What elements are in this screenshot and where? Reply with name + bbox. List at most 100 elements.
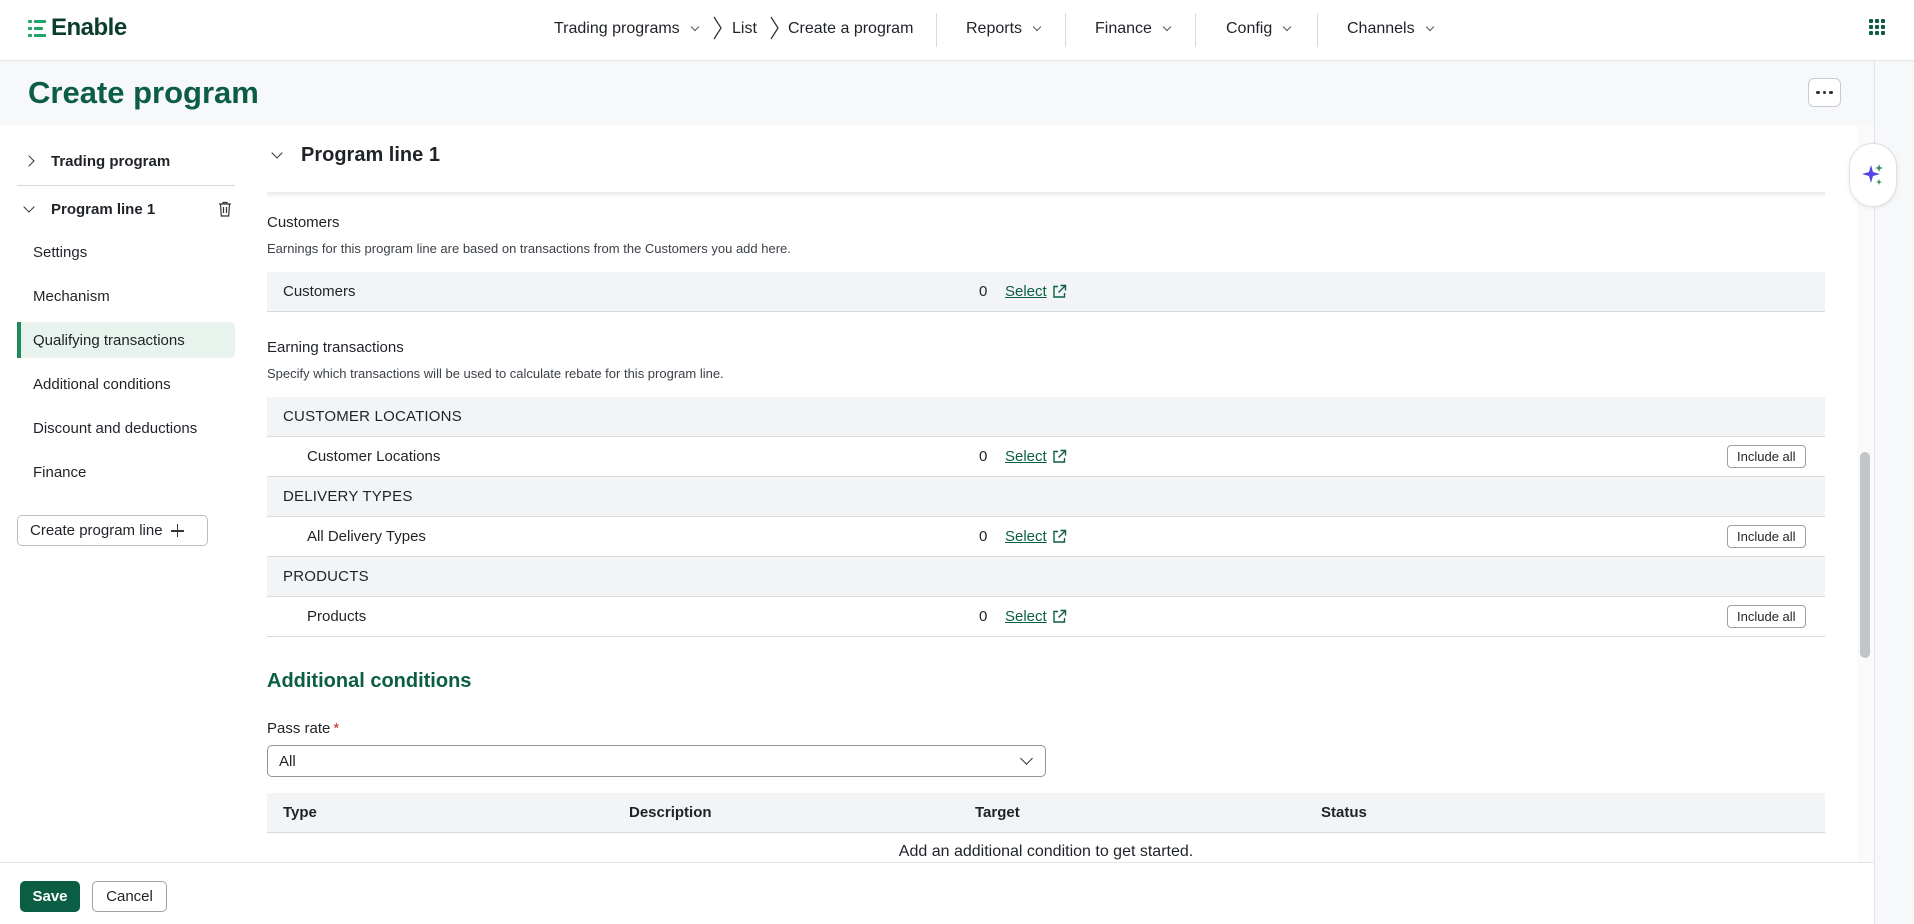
sidebar-item-label: Additional conditions [33,375,171,393]
chevron-down-icon [690,22,699,32]
sidebar-item-additional-conditions[interactable]: Additional conditions [17,366,235,402]
sidebar-item-settings[interactable]: Settings [17,234,235,270]
page-header: Create program [0,61,1874,125]
customers-select-link[interactable]: Select [1005,283,1067,300]
pass-rate-label: Pass rate * [267,720,339,737]
customers-title: Customers [267,214,340,231]
nav-channels[interactable]: Channels [1347,17,1434,41]
nav-finance[interactable]: Finance [1095,17,1172,41]
column-header-target: Target [975,804,1020,821]
include-all-button[interactable]: Include all [1727,605,1806,628]
customers-row-label: Customers [283,283,356,300]
nav-config-label: Config [1226,20,1273,37]
external-link-icon [1053,609,1066,623]
footer-bar: Save Cancel [0,862,1874,924]
sidebar-trading-program[interactable]: Trading program [17,143,235,179]
include-all-button[interactable]: Include all [1727,445,1806,468]
breadcrumb-list[interactable]: List [732,17,757,41]
customers-description: Earnings for this program line are based… [267,241,791,256]
sidebar-item-label: Discount and deductions [33,419,198,437]
chevron-down-icon [1162,22,1172,32]
customer-locations-row: Customer Locations 0 Select Include all [267,437,1825,477]
products-select-link[interactable]: Select [1005,608,1067,625]
top-navigation: Enable Trading programs List Create a pr… [0,0,1914,61]
select-label: Select [1005,528,1047,545]
sidebar-item-label: Mechanism [33,287,110,305]
nav-reports[interactable]: Reports [966,17,1042,41]
delivery-types-select-link[interactable]: Select [1005,528,1067,545]
required-marker: * [333,720,340,737]
nav-divider [1065,13,1066,47]
nav-config[interactable]: Config [1226,17,1292,41]
scrollbar-thumb[interactable] [1860,452,1870,658]
external-link-icon [1053,449,1066,463]
select-label: Select [1005,283,1047,300]
sidebar-item-qualifying-transactions[interactable]: Qualifying transactions [17,322,235,358]
customer-locations-count: 0 [979,448,988,465]
chevron-down-icon [1020,752,1033,765]
plus-icon [170,524,184,537]
section-title: Program line 1 [301,144,440,166]
customer-locations-select-link[interactable]: Select [1005,448,1067,465]
include-all-button[interactable]: Include all [1727,525,1806,548]
nav-trading-programs[interactable]: Trading programs [554,17,699,41]
create-program-line-label: Create program line [30,522,163,539]
sidebar-divider [17,185,235,186]
conditions-empty-message: Add an additional condition to get start… [898,843,1194,860]
nav-channels-label: Channels [1347,20,1415,37]
group-header-label: DELIVERY TYPES [283,488,413,505]
chevron-down-icon [1283,22,1292,32]
breadcrumb-current: Create a program [788,17,913,41]
chevron-down-icon [271,147,283,159]
trash-icon[interactable] [218,201,232,217]
products-count: 0 [979,608,988,625]
sidebar-item-discount-and-deductions[interactable]: Discount and deductions [17,410,235,446]
sidebar-item-label: Qualifying transactions [33,331,185,349]
group-header-label: PRODUCTS [283,568,369,585]
breadcrumb-list-label: List [732,20,757,37]
delivery-types-row: All Delivery Types 0 Select Include all [267,517,1825,557]
nav-finance-label: Finance [1095,20,1152,37]
ai-assistant-button[interactable] [1849,143,1897,207]
delivery-types-label: All Delivery Types [307,528,426,545]
save-button[interactable]: Save [20,881,80,912]
chevron-down-icon [23,200,35,213]
chevron-right-icon [23,155,35,167]
sidebar-program-line-label: Program line 1 [51,200,156,218]
page-title: Create program [28,75,259,110]
chevron-down-icon [1425,22,1434,32]
sidebar-item-mechanism[interactable]: Mechanism [17,278,235,314]
group-header-label: CUSTOMER LOCATIONS [283,408,462,425]
sidebar-item-finance[interactable]: Finance [17,454,235,490]
app-grid-icon[interactable] [1869,19,1885,35]
sidebar-item-label: Settings [33,243,88,261]
create-program-line-button[interactable]: Create program line [17,515,208,546]
conditions-table-header: Type Description Target Status [267,793,1825,833]
sidebar-trading-program-label: Trading program [51,152,171,170]
nav-divider [1317,13,1318,47]
breadcrumb-separator-icon [713,16,722,40]
external-link-icon [1053,284,1066,298]
column-header-type: Type [283,804,317,821]
enable-logo[interactable]: Enable [28,14,127,42]
logo-text: Enable [51,14,127,41]
header-shadow [267,192,1825,198]
cancel-button[interactable]: Cancel [92,881,167,912]
earning-transactions-description: Specify which transactions will be used … [267,366,724,381]
customer-locations-label: Customer Locations [307,448,441,465]
customers-count: 0 [979,283,988,300]
column-header-status: Status [1321,804,1367,821]
additional-conditions-title: Additional conditions [267,670,472,692]
group-header-products: PRODUCTS [267,557,1825,597]
products-row: Products 0 Select Include all [267,597,1825,637]
pass-rate-select[interactable]: All [267,745,1046,777]
program-line-section-header[interactable]: Program line 1 [267,144,440,167]
nav-divider [1195,13,1196,47]
sidebar-item-label: Finance [33,463,87,481]
more-options-button[interactable] [1808,78,1841,107]
select-label: Select [1005,608,1047,625]
sidebar-program-line[interactable]: Program line 1 [17,191,235,227]
logo-mark-icon [28,18,48,38]
breadcrumb-separator-icon [770,16,779,40]
earning-transactions-title: Earning transactions [267,339,404,356]
